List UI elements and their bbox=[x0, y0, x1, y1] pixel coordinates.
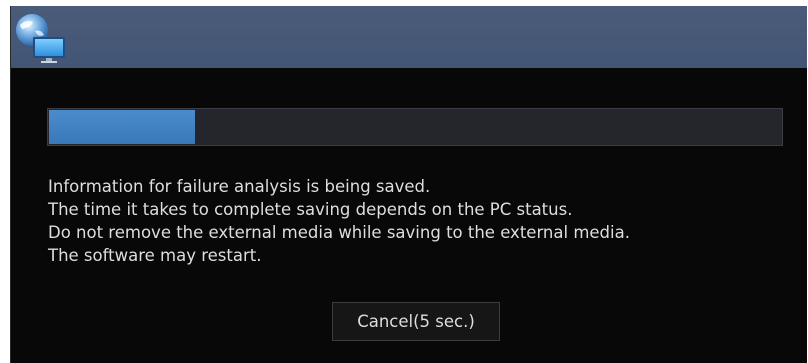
title-bar[interactable] bbox=[11, 6, 807, 68]
progress-bar bbox=[47, 108, 783, 146]
message-line: Do not remove the external media while s… bbox=[48, 223, 630, 242]
cancel-button[interactable]: Cancel(5 sec.) bbox=[332, 302, 500, 341]
message-line: The time it takes to complete saving dep… bbox=[48, 200, 573, 219]
status-message: Information for failure analysis is bein… bbox=[48, 175, 800, 267]
message-line: Information for failure analysis is bein… bbox=[48, 177, 431, 196]
progress-fill bbox=[49, 110, 195, 144]
message-line: The software may restart. bbox=[48, 246, 262, 265]
globe-monitor-icon bbox=[16, 14, 65, 63]
save-progress-dialog: Information for failure analysis is bein… bbox=[10, 6, 807, 363]
